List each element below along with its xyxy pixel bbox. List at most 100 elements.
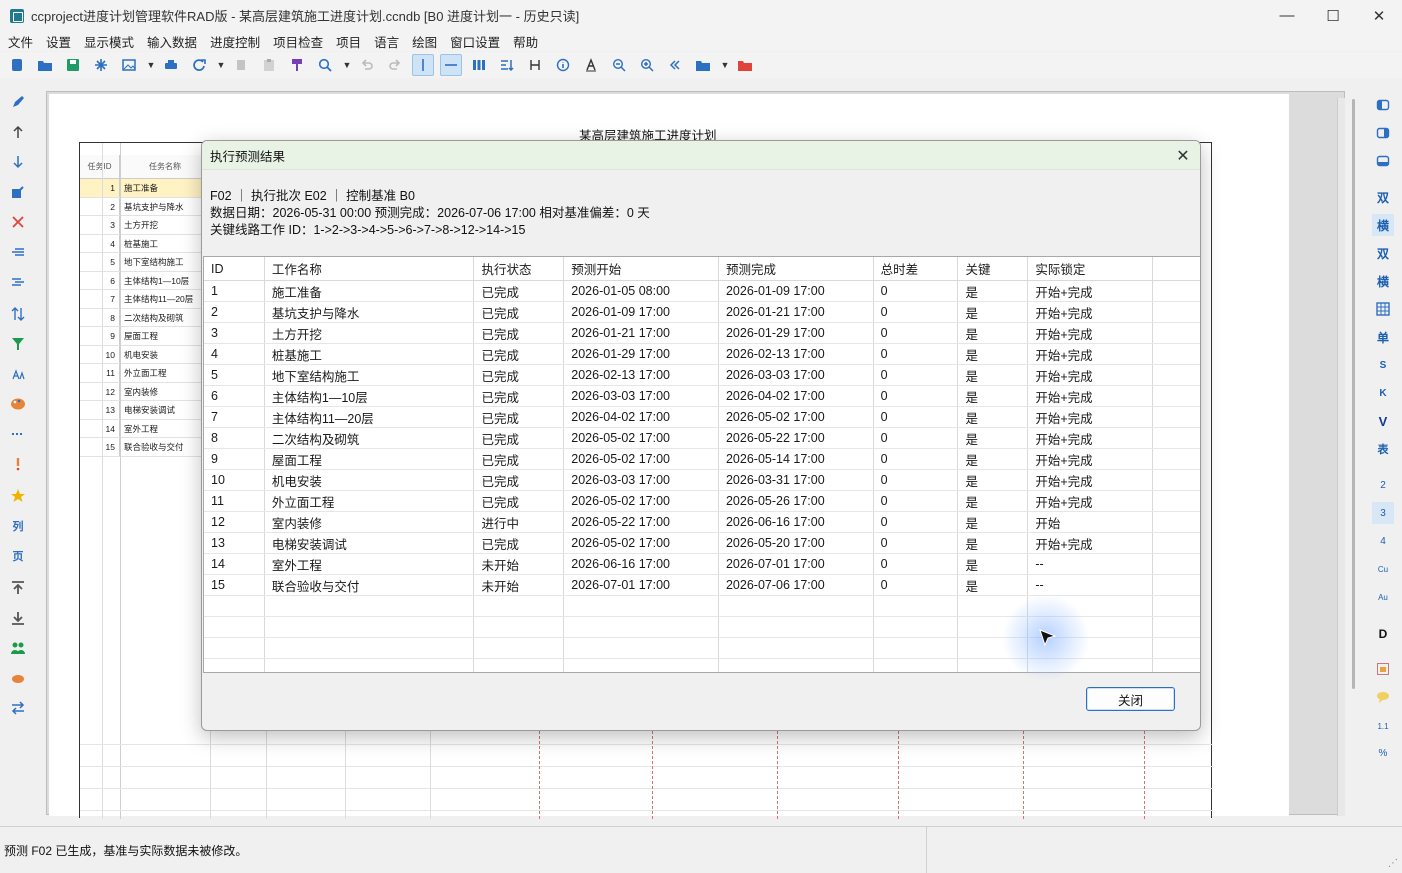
search-icon[interactable] [314, 54, 336, 76]
open-folder-icon[interactable] [34, 54, 56, 76]
horizontal-view-button[interactable]: 横 [1372, 214, 1394, 236]
scrollbar-thumb[interactable] [1352, 99, 1355, 689]
table-button[interactable]: 表 [1372, 438, 1394, 460]
task-row[interactable]: 6 主体结构1—10层 [80, 271, 210, 290]
menu-input-data[interactable]: 输入数据 [147, 32, 197, 51]
exclamation-icon[interactable] [8, 454, 28, 474]
v-button[interactable]: V [1372, 410, 1394, 432]
dropdown-caret-icon[interactable]: ▼ [216, 54, 226, 76]
task-row[interactable]: 2 基坑支护与降水 [80, 197, 210, 216]
close-window-button[interactable]: ✕ [1356, 0, 1402, 31]
double-view-alt-button[interactable]: 双 [1372, 242, 1394, 264]
header-h-icon[interactable] [524, 54, 546, 76]
print-icon[interactable] [160, 54, 182, 76]
minimize-button[interactable]: — [1264, 0, 1310, 31]
table-row[interactable]: 9 屋面工程 已完成 2026-05-02 17:00 2026-05-14 17:00… [204, 449, 1200, 470]
task-row[interactable]: 3 土方开挖 [80, 216, 210, 235]
table-row[interactable]: 10 机电安装 已完成 2026-03-03 17:00 2026-03-31 17:0… [204, 470, 1200, 491]
table-row[interactable]: 12 室内装修 进行中 2026-05-22 17:00 2026-06-16 17:0… [204, 512, 1200, 533]
text-icon[interactable] [580, 54, 602, 76]
layout-bottom-icon[interactable] [1372, 150, 1394, 172]
ratio-button[interactable]: 1.1 [1372, 715, 1394, 737]
swap-vertical-icon[interactable] [8, 304, 28, 324]
level-3-button[interactable]: 3 [1372, 502, 1394, 524]
font-size-icon[interactable] [8, 364, 28, 384]
outdent-icon[interactable] [8, 242, 28, 262]
resize-grip-icon[interactable]: ⋰ [1388, 858, 1398, 869]
table-row[interactable]: 8 二次结构及砌筑 已完成 2026-05-02 17:00 2026-05-22 17… [204, 428, 1200, 449]
red-folder-icon[interactable] [734, 54, 756, 76]
menu-language[interactable]: 语言 [374, 32, 399, 51]
col-status[interactable]: 执行状态 [474, 257, 565, 280]
col-work-name[interactable]: 工作名称 [265, 257, 475, 280]
pencil-icon[interactable] [8, 92, 28, 112]
horizontal-line-icon[interactable] [440, 54, 462, 76]
dialog-close-icon[interactable]: ✕ [1172, 145, 1194, 167]
table-row[interactable]: 15 联合验收与交付 未开始 2026-07-01 17:00 2026-07-06 1… [204, 575, 1200, 596]
task-row[interactable]: 13 电梯安装调试 [80, 401, 210, 420]
hand-icon[interactable] [8, 668, 28, 688]
folder-icon[interactable] [692, 54, 714, 76]
image-export-icon[interactable] [118, 54, 140, 76]
zoom-out-icon[interactable] [608, 54, 630, 76]
comment-icon[interactable] [1372, 686, 1394, 708]
swap-horizontal-icon[interactable] [8, 698, 28, 718]
task-row[interactable]: 7 主体结构11—20层 [80, 290, 210, 309]
arrow-down-icon[interactable] [8, 152, 28, 172]
save-icon[interactable] [62, 54, 84, 76]
menu-display-mode[interactable]: 显示模式 [84, 32, 134, 51]
arrow-up-icon[interactable] [8, 122, 28, 142]
table-grid-icon[interactable] [1372, 298, 1394, 320]
single-view-button[interactable]: 单 [1372, 326, 1394, 348]
snowflake-icon[interactable] [90, 54, 112, 76]
task-row[interactable]: 4 桩基施工 [80, 234, 210, 253]
task-row[interactable]: 14 室外工程 [80, 419, 210, 438]
format-painter-icon[interactable] [286, 54, 308, 76]
delete-x-icon[interactable] [8, 212, 28, 232]
level-4-button[interactable]: 4 [1372, 530, 1394, 552]
redo-icon[interactable] [384, 54, 406, 76]
table-row[interactable]: 13 电梯安装调试 已完成 2026-05-02 17:00 2026-05-20 17… [204, 533, 1200, 554]
task-row[interactable]: 15 联合验收与交付 [80, 438, 210, 457]
col-critical[interactable]: 关键 [958, 257, 1029, 280]
star-icon[interactable] [8, 486, 28, 506]
close-button[interactable]: 关闭 [1086, 687, 1175, 711]
col-id[interactable]: ID [204, 257, 265, 280]
task-row[interactable]: 12 室内装修 [80, 382, 210, 401]
zoom-in-icon[interactable] [636, 54, 658, 76]
columns-icon[interactable] [468, 54, 490, 76]
page-icon[interactable]: 页 [8, 546, 28, 566]
layout-right-icon[interactable] [1372, 122, 1394, 144]
menu-drawing[interactable]: 绘图 [412, 32, 437, 51]
vertical-line-icon[interactable] [412, 54, 434, 76]
level-2-button[interactable]: 2 [1372, 474, 1394, 496]
table-row[interactable]: 7 主体结构11—20层 已完成 2026-04-02 17:00 2026-05-02… [204, 407, 1200, 428]
col-actual-lock[interactable]: 实际锁定 [1028, 257, 1154, 280]
task-row[interactable]: 8 二次结构及砌筑 [80, 308, 210, 327]
task-row[interactable]: 10 机电安装 [80, 345, 210, 364]
menu-file[interactable]: 文件 [8, 32, 33, 51]
copy-icon[interactable] [230, 54, 252, 76]
paste-icon[interactable] [258, 54, 280, 76]
table-row[interactable]: 6 主体结构1—10层 已完成 2026-03-03 17:00 2026-04-02 … [204, 386, 1200, 407]
info-icon[interactable] [552, 54, 574, 76]
vertical-scrollbar[interactable] [1350, 91, 1358, 815]
task-row[interactable]: 1 施工准备 [80, 179, 210, 198]
percent-button[interactable]: % [1372, 742, 1394, 764]
dotted-line-icon[interactable] [8, 424, 28, 444]
table-row[interactable]: 5 地下室结构施工 已完成 2026-02-13 17:00 2026-03-03 17… [204, 365, 1200, 386]
undo-icon[interactable] [356, 54, 378, 76]
table-row[interactable]: 1 施工准备 已完成 2026-01-05 08:00 2026-01-09 17:00… [204, 281, 1200, 302]
menu-help[interactable]: 帮助 [513, 32, 538, 51]
edit-icon[interactable] [8, 182, 28, 202]
dropdown-caret-icon[interactable]: ▼ [720, 54, 730, 76]
new-icon[interactable] [6, 54, 28, 76]
table-row[interactable]: 3 土方开挖 已完成 2026-01-21 17:00 2026-01-29 17:00… [204, 323, 1200, 344]
column-icon[interactable]: 列 [8, 516, 28, 536]
move-top-icon[interactable] [8, 578, 28, 598]
menu-window-settings[interactable]: 窗口设置 [450, 32, 500, 51]
menu-project[interactable]: 项目 [336, 32, 361, 51]
d-button[interactable]: D [1372, 623, 1394, 645]
move-bottom-icon[interactable] [8, 608, 28, 628]
k-button[interactable]: K [1372, 382, 1394, 404]
